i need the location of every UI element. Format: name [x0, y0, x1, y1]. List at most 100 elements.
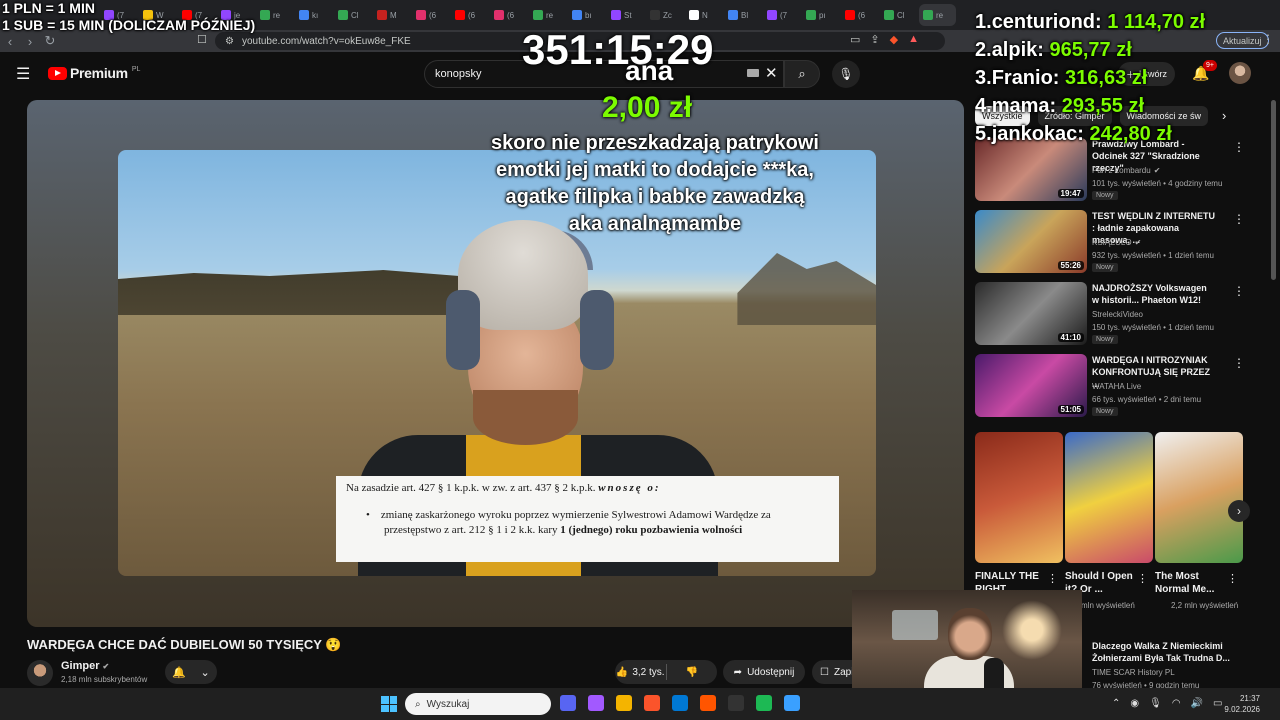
browser-tab[interactable]: (6: [451, 4, 488, 26]
account-avatar[interactable]: [1229, 62, 1251, 84]
list-item[interactable]: 55:26 TEST WĘDLIN Z INTERNETU : ładnie za…: [975, 210, 1255, 274]
logo-country: PL: [131, 65, 141, 73]
browser-tab[interactable]: re: [256, 4, 293, 26]
browser-tab[interactable]: bı: [568, 4, 605, 26]
channel-avatar[interactable]: [27, 660, 53, 686]
wifi-icon[interactable]: ◠: [1172, 698, 1181, 709]
browser-menu-icon[interactable]: ⋮: [1262, 32, 1274, 46]
browser-tab[interactable]: re: [529, 4, 566, 26]
rec-meta: 66 tys. wyświetleń • 2 dni temu: [1092, 395, 1202, 404]
browser-tab[interactable]: kı: [295, 4, 332, 26]
url-text: youtube.com/watch?v=okEuw8e_FKE: [241, 35, 411, 47]
search-icon: ⌕: [415, 698, 421, 710]
tab-favicon-icon: [494, 10, 504, 20]
leaderboard-rank: 2.: [975, 39, 992, 61]
clock[interactable]: 21:37 9.02.2026: [1220, 693, 1260, 715]
subscription-bell-button[interactable]: 🔔 ⌄: [165, 660, 217, 684]
back-icon[interactable]: ‹: [0, 34, 20, 49]
network-icon[interactable]: ◉: [1130, 698, 1139, 709]
more-options-icon[interactable]: ⋮: [1233, 140, 1245, 154]
forward-icon[interactable]: ›: [20, 34, 40, 49]
mic-tray-icon[interactable]: 🎙: [1149, 698, 1162, 709]
taskbar-app-icon[interactable]: [588, 695, 604, 711]
video-thumbnail[interactable]: 55:26: [975, 210, 1087, 273]
bookmark-icon[interactable]: ☐: [197, 33, 207, 46]
menu-icon[interactable]: ☰: [16, 64, 30, 84]
search-button[interactable]: ⌕: [784, 60, 820, 88]
leaderboard-rank: 1.: [975, 11, 992, 33]
youtube-logo[interactable]: Premium PL: [48, 65, 140, 81]
dislike-button[interactable]: 👎: [667, 667, 718, 678]
verified-icon: ✔: [102, 662, 110, 671]
browser-tab[interactable]: Cl: [334, 4, 371, 26]
new-badge: Nowy: [1092, 191, 1118, 200]
browser-tab[interactable]: Cl: [880, 4, 917, 26]
headphone-left: [446, 290, 480, 370]
chevron-right-icon[interactable]: ›: [1222, 108, 1226, 123]
browser-tab[interactable]: (6: [490, 4, 527, 26]
subscriber-count: 2,18 mln subskrybentów: [61, 675, 148, 684]
taskbar-app-icon[interactable]: [616, 695, 632, 711]
short-thumbnail[interactable]: [1155, 432, 1243, 563]
chevron-up-icon[interactable]: ⌃: [1112, 698, 1120, 709]
reload-icon[interactable]: ↻: [40, 33, 60, 49]
more-options-icon[interactable]: ⋮: [1047, 572, 1058, 585]
browser-tab[interactable]: (6: [841, 4, 878, 26]
rec-channel-name: StreleckiVideo: [1092, 310, 1143, 319]
shorts-next-button[interactable]: ›: [1228, 500, 1250, 522]
share-page-icon[interactable]: ⇪: [870, 33, 879, 46]
taskbar-app-icon[interactable]: [700, 695, 716, 711]
taskbar-app-icon[interactable]: [756, 695, 772, 711]
short-thumbnail[interactable]: [975, 432, 1063, 563]
volume-icon[interactable]: 🔊: [1191, 698, 1203, 709]
share-button[interactable]: ➦ Udostępnij: [723, 660, 805, 684]
video-thumbnail[interactable]: 41:10: [975, 282, 1087, 345]
list-item[interactable]: 51:05 WARDĘGA I NITROZYNIAK KONFRONTUJĄ S…: [975, 354, 1255, 418]
taskbar-apps: [560, 695, 800, 711]
rewards-icon[interactable]: ▲: [908, 33, 919, 46]
browser-tab[interactable]: pı: [802, 4, 839, 26]
more-options-icon[interactable]: ⋮: [1233, 356, 1245, 370]
tab-favicon-icon: [572, 10, 582, 20]
list-item[interactable]: 41:10 NAJDROŻSZY Volkswagen w historii...…: [975, 282, 1255, 346]
tab-favicon-icon: [884, 10, 894, 20]
leaderboard-name: mama:: [991, 95, 1057, 117]
search-icon: ⌕: [798, 66, 806, 81]
more-options-icon[interactable]: ⋮: [1233, 212, 1245, 226]
tab-label: re: [546, 10, 554, 20]
more-options-icon[interactable]: ⋮: [1227, 572, 1238, 585]
clear-search-icon[interactable]: ✕: [765, 64, 778, 82]
browser-tab[interactable]: (7: [763, 4, 800, 26]
brave-shield-icon[interactable]: ◆: [890, 33, 898, 46]
voice-search-button[interactable]: 🎙: [832, 60, 860, 88]
keyboard-icon[interactable]: [747, 69, 759, 77]
browser-tab[interactable]: (6: [412, 4, 449, 26]
cast-icon[interactable]: ▭: [850, 33, 860, 46]
taskbar-app-icon[interactable]: [560, 695, 576, 711]
browser-tab[interactable]: M: [373, 4, 410, 26]
chevron-right-icon: ›: [1237, 504, 1241, 518]
scrollbar[interactable]: [1271, 100, 1276, 280]
windows-start-icon[interactable]: [381, 696, 397, 712]
more-options-icon[interactable]: ⋮: [1233, 284, 1245, 298]
browser-tab[interactable]: re: [919, 4, 956, 26]
browser-tab[interactable]: Bl: [724, 4, 761, 26]
update-button[interactable]: Aktualizuj: [1216, 32, 1269, 49]
site-info-icon[interactable]: ⚙: [225, 36, 234, 47]
browser-tab[interactable]: St: [607, 4, 644, 26]
more-options-icon[interactable]: ⋮: [1137, 572, 1148, 585]
browser-tab[interactable]: Zc: [646, 4, 683, 26]
taskbar-app-icon[interactable]: [728, 695, 744, 711]
short-thumbnail[interactable]: [1065, 432, 1153, 563]
taskbar-search[interactable]: ⌕ Wyszukaj: [405, 693, 551, 715]
clock-time: 21:37: [1239, 694, 1260, 703]
youtube-play-icon: [48, 66, 67, 80]
browser-tab[interactable]: N: [685, 4, 722, 26]
taskbar-app-icon[interactable]: [672, 695, 688, 711]
tab-favicon-icon: [767, 10, 777, 20]
like-button[interactable]: 👍 3,2 tys.: [615, 667, 666, 678]
channel-name[interactable]: Gimper ✔: [61, 660, 109, 672]
taskbar-app-icon[interactable]: [644, 695, 660, 711]
taskbar-app-icon[interactable]: [784, 695, 800, 711]
video-thumbnail[interactable]: 51:05: [975, 354, 1087, 417]
